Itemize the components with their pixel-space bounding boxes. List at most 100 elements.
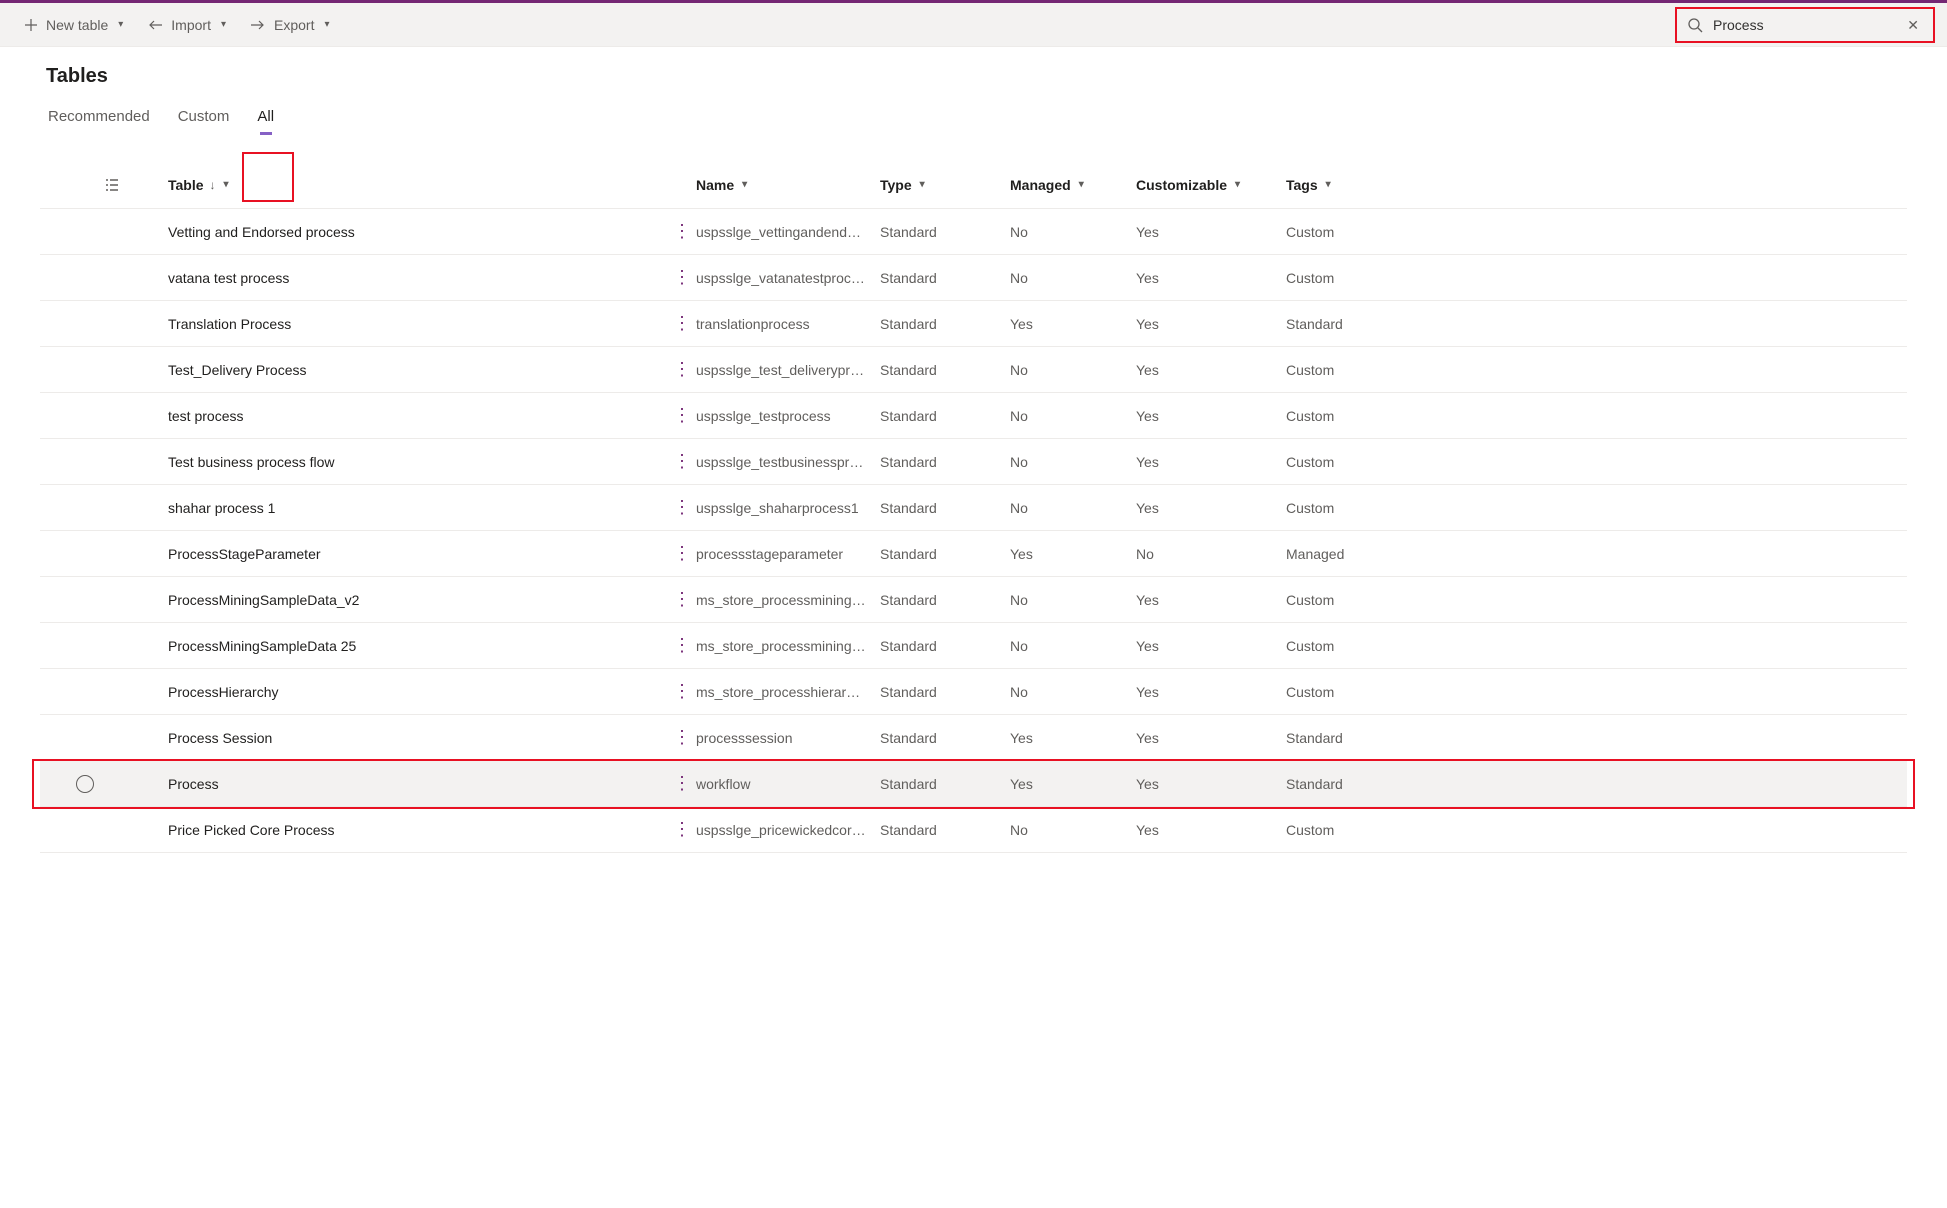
cell-table[interactable]: Vetting and Endorsed process	[168, 224, 668, 240]
cell-table[interactable]: test process	[168, 408, 668, 424]
cell-table[interactable]: ProcessMiningSampleData 25	[168, 638, 668, 654]
cell-type: Standard	[880, 500, 1010, 516]
table-row[interactable]: Price Picked Core Process⋮uspsslge_price…	[40, 807, 1907, 853]
cell-table[interactable]: vatana test process	[168, 270, 668, 286]
table-row[interactable]: ProcessHierarchy⋮ms_store_processhierarc…	[40, 669, 1907, 715]
col-table[interactable]: Table ↓ ▾	[168, 177, 668, 193]
tab-recommended[interactable]: Recommended	[46, 102, 152, 133]
cell-name: uspsslge_testprocess	[696, 408, 880, 424]
table-row[interactable]: Test_Delivery Process⋮uspsslge_test_deli…	[40, 347, 1907, 393]
cell-tags: Standard	[1286, 730, 1436, 746]
cell-table[interactable]: ProcessStageParameter	[168, 546, 668, 562]
cell-tags: Custom	[1286, 454, 1436, 470]
tab-custom[interactable]: Custom	[176, 102, 232, 133]
search-icon	[1687, 17, 1703, 33]
more-actions-button[interactable]: ⋮	[668, 313, 696, 334]
cell-name: uspsslge_pricewickedcore...	[696, 822, 880, 838]
cell-tags: Custom	[1286, 638, 1436, 654]
cell-customizable: Yes	[1136, 408, 1286, 424]
grid-header: Table ↓ ▾ Name ▾ Type ▾ Managed ▾ Custom…	[40, 161, 1907, 209]
content: Tables Recommended Custom All Table ↓ ▾ …	[0, 47, 1947, 853]
tab-all[interactable]: All	[255, 102, 276, 133]
chevron-down-icon: ▾	[742, 179, 747, 190]
cell-managed: No	[1010, 684, 1136, 700]
more-actions-button[interactable]: ⋮	[668, 451, 696, 472]
chevron-down-icon: ▾	[324, 19, 329, 30]
table-row[interactable]: shahar process 1⋮uspsslge_shaharprocess1…	[40, 485, 1907, 531]
cell-type: Standard	[880, 270, 1010, 286]
clear-search-button[interactable]: ✕	[1903, 13, 1923, 38]
cell-type: Standard	[880, 730, 1010, 746]
more-actions-button[interactable]: ⋮	[668, 497, 696, 518]
more-actions-button[interactable]: ⋮	[668, 543, 696, 564]
cell-type: Standard	[880, 408, 1010, 424]
table-row[interactable]: ProcessMiningSampleData_v2⋮ms_store_proc…	[40, 577, 1907, 623]
cell-table[interactable]: Test_Delivery Process	[168, 362, 668, 378]
table-row[interactable]: test process⋮uspsslge_testprocessStandar…	[40, 393, 1907, 439]
cell-tags: Managed	[1286, 546, 1436, 562]
cell-name: translationprocess	[696, 316, 880, 332]
col-name[interactable]: Name ▾	[696, 177, 880, 193]
cell-table[interactable]: Translation Process	[168, 316, 668, 332]
search-box[interactable]: ✕	[1675, 7, 1935, 43]
export-button[interactable]: Export ▾	[238, 3, 342, 46]
cell-type: Standard	[880, 546, 1010, 562]
cell-tags: Custom	[1286, 408, 1436, 424]
cell-table[interactable]: ProcessMiningSampleData_v2	[168, 592, 668, 608]
cell-table[interactable]: Process Session	[168, 730, 668, 746]
chevron-down-icon: ▾	[920, 179, 925, 190]
cell-managed: Yes	[1010, 316, 1136, 332]
radio-unselected-icon[interactable]	[76, 775, 94, 793]
more-actions-button[interactable]: ⋮	[668, 819, 696, 840]
more-actions-button[interactable]: ⋮	[668, 727, 696, 748]
more-actions-button[interactable]: ⋮	[668, 635, 696, 656]
cell-type: Standard	[880, 638, 1010, 654]
cell-tags: Standard	[1286, 316, 1436, 332]
cell-customizable: Yes	[1136, 270, 1286, 286]
cell-table[interactable]: Process	[168, 776, 668, 792]
more-actions-button[interactable]: ⋮	[668, 681, 696, 702]
col-type[interactable]: Type ▾	[880, 177, 1010, 193]
list-view-icon[interactable]	[40, 178, 130, 192]
col-customizable[interactable]: Customizable ▾	[1136, 177, 1286, 193]
sort-down-icon: ↓	[210, 178, 216, 192]
cell-type: Standard	[880, 822, 1010, 838]
table-row[interactable]: Process Session⋮processsessionStandardYe…	[40, 715, 1907, 761]
table-row[interactable]: Translation Process⋮translationprocess St…	[40, 301, 1907, 347]
cell-table[interactable]: Price Picked Core Process	[168, 822, 668, 838]
cell-customizable: Yes	[1136, 224, 1286, 240]
table-row[interactable]: Process⋮workflowStandardYesYesStandard	[40, 761, 1907, 807]
cell-name: uspsslge_vettingandendor...	[696, 224, 880, 240]
row-select[interactable]	[40, 775, 130, 793]
more-actions-button[interactable]: ⋮	[668, 267, 696, 288]
cell-tags: Custom	[1286, 362, 1436, 378]
more-actions-button[interactable]: ⋮	[668, 773, 696, 794]
cell-managed: No	[1010, 408, 1136, 424]
table-row[interactable]: ProcessStageParameter⋮processstageparame…	[40, 531, 1907, 577]
cell-managed: No	[1010, 454, 1136, 470]
cell-managed: No	[1010, 592, 1136, 608]
more-actions-button[interactable]: ⋮	[668, 589, 696, 610]
cell-table[interactable]: ProcessHierarchy	[168, 684, 668, 700]
import-button[interactable]: Import ▾	[135, 3, 238, 46]
cell-table[interactable]: Test business process flow	[168, 454, 668, 470]
cell-tags: Custom	[1286, 500, 1436, 516]
col-tags[interactable]: Tags ▾	[1286, 177, 1436, 193]
cell-customizable: Yes	[1136, 684, 1286, 700]
chevron-down-icon: ▾	[1235, 179, 1240, 190]
table-row[interactable]: Test business process flow⋮uspsslge_test…	[40, 439, 1907, 485]
cell-table[interactable]: shahar process 1	[168, 500, 668, 516]
new-table-button[interactable]: New table ▾	[12, 3, 135, 46]
more-actions-button[interactable]: ⋮	[668, 359, 696, 380]
cell-name: ms_store_processminings...	[696, 592, 880, 608]
table-row[interactable]: Vetting and Endorsed process⋮uspsslge_ve…	[40, 209, 1907, 255]
chevron-down-icon: ▾	[221, 19, 226, 30]
table-row[interactable]: vatana test process⋮uspsslge_vatanatestp…	[40, 255, 1907, 301]
chevron-down-icon: ▾	[1079, 179, 1084, 190]
more-actions-button[interactable]: ⋮	[668, 405, 696, 426]
table-row[interactable]: ProcessMiningSampleData 25⋮ms_store_proc…	[40, 623, 1907, 669]
search-input[interactable]	[1713, 17, 1903, 33]
col-managed[interactable]: Managed ▾	[1010, 177, 1136, 193]
more-actions-button[interactable]: ⋮	[668, 221, 696, 242]
cell-name: ms_store_processminings...	[696, 638, 880, 654]
